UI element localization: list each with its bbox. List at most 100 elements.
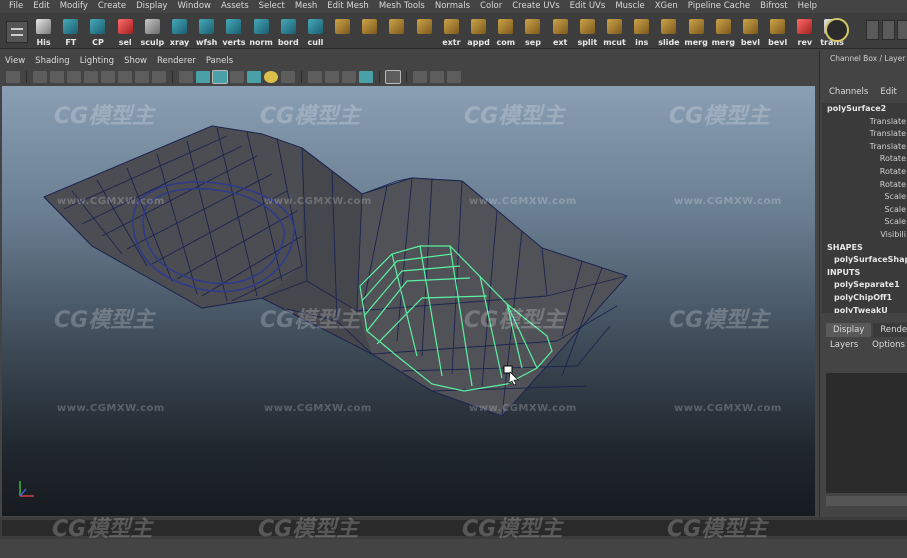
- xray-components-icon[interactable]: [430, 71, 444, 83]
- channel-box-menu-edit[interactable]: Edit: [880, 87, 896, 97]
- channel-box-menu-channels[interactable]: Channels: [829, 87, 868, 97]
- input-node[interactable]: polyChipOff1: [822, 292, 907, 305]
- shelf-right-button-2[interactable]: [882, 20, 895, 40]
- menu-modify[interactable]: Modify: [55, 0, 93, 13]
- xray-joints-icon[interactable]: [413, 71, 427, 83]
- 3d-viewport[interactable]: CG模型主 CG模型主 CG模型主 CG模型主 www.CGMXW.com ww…: [2, 86, 815, 516]
- menu-pipeline-cache[interactable]: Pipeline Cache: [683, 0, 755, 13]
- channel-attribute[interactable]: Scale: [822, 216, 907, 229]
- channel-attribute[interactable]: Rotate: [822, 153, 907, 166]
- menu-file[interactable]: File: [4, 0, 28, 13]
- shelf-button-slide[interactable]: slide: [655, 17, 682, 47]
- shelf-button-sphere[interactable]: [383, 17, 410, 47]
- isolate-select-icon[interactable]: [359, 71, 373, 83]
- menu-display[interactable]: Display: [131, 0, 172, 13]
- shelf-button-wfsh[interactable]: wfsh: [193, 17, 220, 47]
- wireframe-on-shaded-icon[interactable]: [212, 70, 228, 84]
- shelf-tabs-button[interactable]: [6, 21, 28, 43]
- resolution-gate-icon[interactable]: [101, 71, 115, 83]
- shelf-button-rev[interactable]: rev: [791, 17, 818, 47]
- shadows-icon[interactable]: [264, 71, 278, 83]
- shelf-button-merg[interactable]: merg: [683, 17, 710, 47]
- channel-attribute[interactable]: Scale: [822, 191, 907, 204]
- use-all-lights-icon[interactable]: [247, 71, 261, 83]
- panel-menu-shading[interactable]: Shading: [30, 55, 75, 67]
- field-chart-icon[interactable]: [135, 71, 149, 83]
- menu-edit[interactable]: Edit: [28, 0, 54, 13]
- grid-icon[interactable]: [67, 71, 81, 83]
- menu-help[interactable]: Help: [793, 0, 822, 13]
- tab-render[interactable]: Render: [873, 323, 907, 337]
- shelf-button-bord[interactable]: bord: [275, 17, 302, 47]
- shelf-button-appd[interactable]: appd: [465, 17, 492, 47]
- shelf-button-sep[interactable]: sep: [519, 17, 546, 47]
- select-camera-icon[interactable]: [6, 71, 20, 83]
- image-plane-icon[interactable]: [50, 71, 64, 83]
- bookmark-icon[interactable]: [33, 71, 47, 83]
- depth-of-field-icon[interactable]: [342, 71, 356, 83]
- shelf-button-cube[interactable]: [356, 17, 383, 47]
- layer-scrollbar[interactable]: [826, 496, 907, 506]
- panel-menu-show[interactable]: Show: [119, 55, 152, 67]
- menu-edit-uvs[interactable]: Edit UVs: [565, 0, 611, 13]
- shape-node[interactable]: polySurfaceShap: [822, 254, 907, 267]
- shelf-button-merg[interactable]: merg: [710, 17, 737, 47]
- menu-bifrost[interactable]: Bifrost: [755, 0, 792, 13]
- channel-attribute[interactable]: Scale: [822, 204, 907, 217]
- shelf-button-ext[interactable]: ext: [547, 17, 574, 47]
- shelf-button-mcut[interactable]: mcut: [601, 17, 628, 47]
- shelf-button-norm[interactable]: norm: [248, 17, 275, 47]
- shelf-button-sculp[interactable]: sculp: [139, 17, 166, 47]
- menu-edit-mesh[interactable]: Edit Mesh: [322, 0, 374, 13]
- menu-mesh-tools[interactable]: Mesh Tools: [374, 0, 430, 13]
- xray-icon[interactable]: [385, 70, 401, 84]
- panel-menu-lighting[interactable]: Lighting: [75, 55, 119, 67]
- shelf-button-cylinder[interactable]: [411, 17, 438, 47]
- shelf-button-His[interactable]: His: [30, 17, 57, 47]
- film-gate-icon[interactable]: [84, 71, 98, 83]
- menu-create-uvs[interactable]: Create UVs: [507, 0, 564, 13]
- tab-display[interactable]: Display: [826, 323, 872, 337]
- shelf-button-xray[interactable]: xray: [166, 17, 193, 47]
- menu-window[interactable]: Window: [172, 0, 216, 13]
- channel-attribute[interactable]: Visibili: [822, 229, 907, 242]
- channel-attribute[interactable]: Rotate: [822, 179, 907, 192]
- shelf-button-plane[interactable]: [329, 17, 356, 47]
- smooth-shade-icon[interactable]: [196, 71, 210, 83]
- safe-action-icon[interactable]: [152, 71, 166, 83]
- shelf-button-split[interactable]: split: [574, 17, 601, 47]
- layer-menu-options[interactable]: Options: [872, 340, 905, 350]
- menu-create[interactable]: Create: [93, 0, 131, 13]
- shelf-button-verts[interactable]: verts: [220, 17, 247, 47]
- panel-menu-view[interactable]: View: [0, 55, 30, 67]
- time-gauge-icon[interactable]: [825, 18, 849, 42]
- motion-blur-icon[interactable]: [308, 71, 322, 83]
- shelf-right-button-3[interactable]: [897, 20, 907, 40]
- gate-mask-icon[interactable]: [118, 71, 132, 83]
- menu-assets[interactable]: Assets: [216, 0, 254, 13]
- shelf-button-sel[interactable]: sel: [112, 17, 139, 47]
- shelf-button-com[interactable]: com: [492, 17, 519, 47]
- shelf-button-bevl[interactable]: bevl: [764, 17, 791, 47]
- menu-xgen[interactable]: XGen: [650, 0, 683, 13]
- shelf-button-FT[interactable]: FT: [57, 17, 84, 47]
- input-node[interactable]: polyTweakU: [822, 305, 907, 314]
- camera-attributes-icon[interactable]: [447, 71, 461, 83]
- textured-icon[interactable]: [230, 71, 244, 83]
- panel-menu-renderer[interactable]: Renderer: [152, 55, 201, 67]
- menu-mesh[interactable]: Mesh: [290, 0, 322, 13]
- channel-attribute[interactable]: Rotate: [822, 166, 907, 179]
- shelf-button-extr[interactable]: extr: [438, 17, 465, 47]
- panel-menu-panels[interactable]: Panels: [201, 55, 238, 67]
- ambient-occlusion-icon[interactable]: [281, 71, 295, 83]
- shelf-button-ins[interactable]: ins: [628, 17, 655, 47]
- anti-aliasing-icon[interactable]: [325, 71, 339, 83]
- channel-attribute[interactable]: Translate: [822, 116, 907, 129]
- wireframe-icon[interactable]: [179, 71, 193, 83]
- input-node[interactable]: polySeparate1: [822, 279, 907, 292]
- shelf-button-cull[interactable]: cull: [302, 17, 329, 47]
- menu-normals[interactable]: Normals: [430, 0, 475, 13]
- shelf-button-CP[interactable]: CP: [84, 17, 111, 47]
- object-name[interactable]: polySurface2: [822, 103, 907, 116]
- menu-select[interactable]: Select: [254, 0, 290, 13]
